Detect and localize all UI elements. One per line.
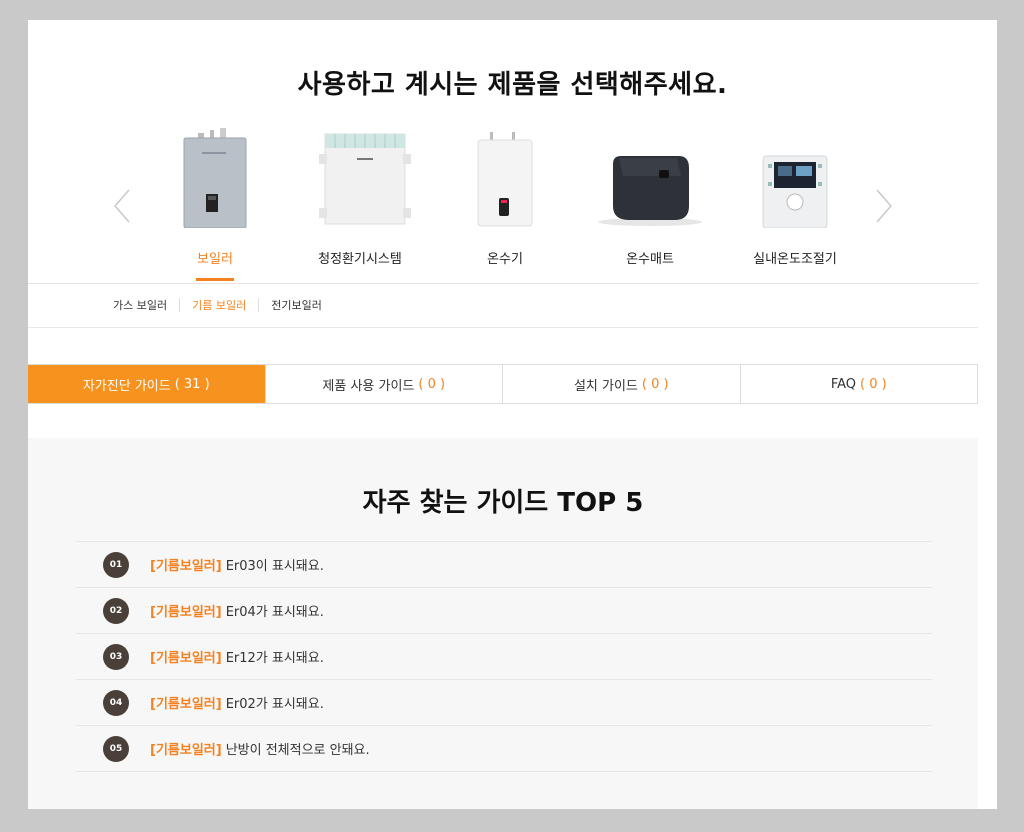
- carousel-prev-arrow[interactable]: [112, 188, 132, 224]
- subcategory-electric-boiler[interactable]: 전기보일러: [259, 297, 334, 313]
- rank-badge: 02: [103, 597, 129, 624]
- tab-installation[interactable]: 설치 가이드( 0 ): [502, 365, 740, 403]
- guide-tabs: 자가진단 가이드( 31 ) 제품 사용 가이드( 0 ) 설치 가이드( 0 …: [28, 364, 978, 404]
- tab-label: 자가진단 가이드: [82, 378, 171, 394]
- tab-label: 설치 가이드: [573, 378, 638, 394]
- product-label: 보일러: [197, 252, 233, 267]
- chevron-left-icon: [114, 189, 130, 223]
- rank-badge: 03: [103, 643, 129, 670]
- guide-category: [기름보일러]: [150, 605, 222, 620]
- page-container: 사용하고 계시는 제품을 선택해주세요. 보일러 청정환기시스템 온수기 온수매…: [28, 20, 997, 809]
- guide-list: 01 [기름보일러] Er03이 표시돼요. 02 [기름보일러] Er04가 …: [76, 541, 932, 772]
- rank-badge: 05: [103, 735, 129, 762]
- tab-count: ( 0 ): [641, 376, 669, 392]
- guide-title: Er03이 표시돼요.: [225, 559, 324, 574]
- thermostat-image: [730, 128, 860, 229]
- guide-category: [기름보일러]: [150, 743, 222, 758]
- guide-item[interactable]: 04 [기름보일러] Er02가 표시돼요.: [76, 680, 932, 726]
- product-label: 청정환기시스템: [318, 252, 402, 267]
- active-product-indicator: [196, 278, 234, 281]
- subcategory-nav: 가스 보일러 기름 보일러 전기보일러: [113, 297, 334, 313]
- guide-title: Er02가 표시돼요.: [225, 697, 324, 712]
- tab-label: FAQ: [830, 376, 856, 392]
- subcategory-oil-boiler[interactable]: 기름 보일러: [180, 297, 258, 313]
- guide-title: Er04가 표시돼요.: [225, 605, 324, 620]
- guide-item[interactable]: 03 [기름보일러] Er12가 표시돼요.: [76, 634, 932, 680]
- boiler-image: [150, 128, 280, 229]
- carousel-next-arrow[interactable]: [874, 188, 894, 224]
- product-label: 실내온도조절기: [753, 252, 837, 267]
- tab-product-usage[interactable]: 제품 사용 가이드( 0 ): [264, 365, 503, 403]
- subcategory-gas-boiler[interactable]: 가스 보일러: [113, 297, 179, 313]
- tab-self-diagnosis[interactable]: 자가진단 가이드( 31 ): [28, 365, 265, 403]
- section-title: 자주 찾는 가이드 TOP 5: [362, 488, 644, 518]
- tab-count: ( 0 ): [860, 376, 887, 392]
- hot-water-mat-image: [585, 128, 715, 228]
- product-hot-water-mat[interactable]: 온수매트: [585, 128, 715, 267]
- product-boiler[interactable]: 보일러: [150, 128, 280, 267]
- ventilation-image: [295, 128, 425, 228]
- product-label: 온수매트: [626, 252, 674, 267]
- product-water-heater[interactable]: 온수기: [440, 128, 570, 267]
- product-thermostat[interactable]: 실내온도조절기: [730, 128, 860, 267]
- rank-badge: 01: [103, 551, 129, 578]
- divider: [28, 327, 978, 328]
- tab-count: ( 31 ): [174, 376, 210, 392]
- guide-item[interactable]: 01 [기름보일러] Er03이 표시돼요.: [76, 542, 932, 588]
- guide-title: 난방이 전체적으로 안돼요.: [225, 743, 370, 758]
- guide-title: Er12가 표시돼요.: [225, 651, 324, 666]
- guide-category: [기름보일러]: [150, 697, 222, 712]
- water-heater-image: [440, 128, 570, 228]
- rank-badge: 04: [103, 689, 129, 716]
- page-title: 사용하고 계시는 제품을 선택해주세요.: [297, 70, 728, 100]
- chevron-right-icon: [876, 189, 892, 223]
- tab-count: ( 0 ): [418, 376, 446, 392]
- tab-label: 제품 사용 가이드: [322, 378, 415, 394]
- guide-item[interactable]: 02 [기름보일러] Er04가 표시돼요.: [76, 588, 932, 634]
- guide-category: [기름보일러]: [150, 651, 222, 666]
- tab-faq[interactable]: FAQ( 0 ): [739, 365, 978, 403]
- divider: [28, 283, 978, 284]
- top-guides-section: 자주 찾는 가이드 TOP 5 01 [기름보일러] Er03이 표시돼요. 0…: [28, 438, 978, 809]
- product-ventilation[interactable]: 청정환기시스템: [295, 128, 425, 267]
- guide-item[interactable]: 05 [기름보일러] 난방이 전체적으로 안돼요.: [76, 726, 932, 772]
- guide-category: [기름보일러]: [150, 559, 222, 574]
- product-label: 온수기: [487, 252, 523, 267]
